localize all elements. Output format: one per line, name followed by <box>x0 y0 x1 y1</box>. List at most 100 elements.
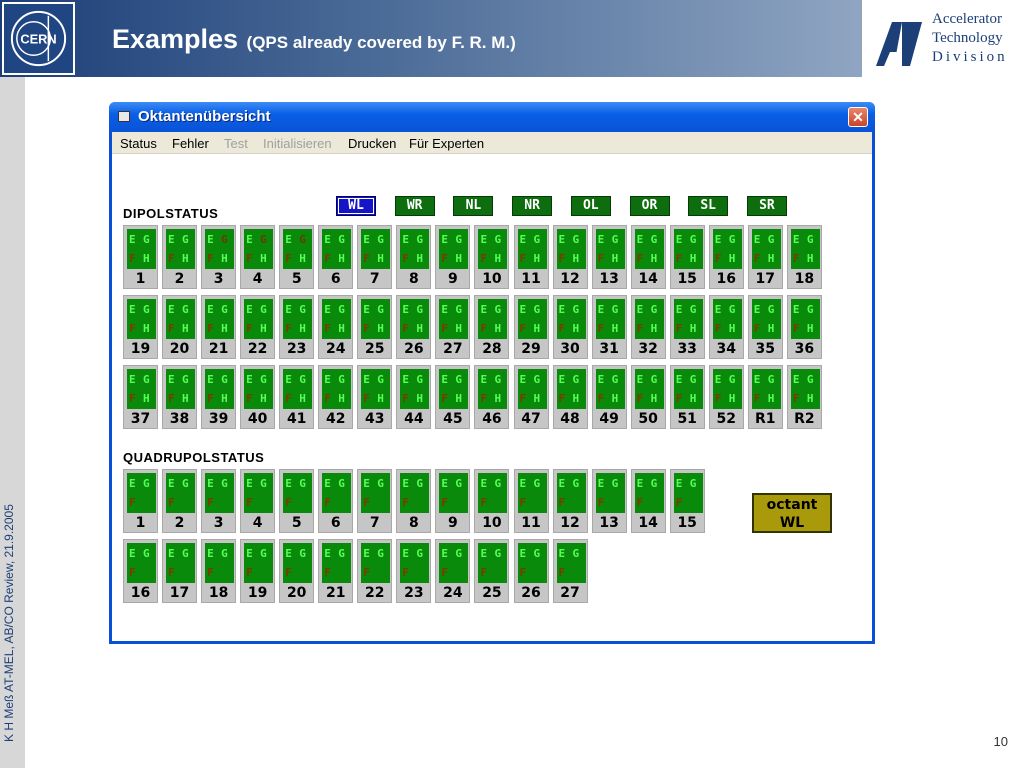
dipol-cell-24[interactable]: E G F H 24 <box>318 295 354 359</box>
dipol-cell-46[interactable]: E G F H 46 <box>474 365 510 429</box>
quadrupol-cell-7[interactable]: EGF 7 <box>357 469 393 533</box>
quadrupol-cell-19[interactable]: E G F 19 <box>240 539 276 603</box>
quadrupol-cell-6[interactable]: EGF 6 <box>318 469 354 533</box>
dipol-cell-3[interactable]: EGFH 3 <box>201 225 237 289</box>
dipol-cell-25[interactable]: E G F H 25 <box>357 295 393 359</box>
quadrupol-cell-16[interactable]: E G F 16 <box>123 539 158 603</box>
cell-number: 6 <box>330 515 341 531</box>
menu-drucken[interactable]: Drucken <box>348 136 396 151</box>
quadrupol-cell-3[interactable]: EGF 3 <box>201 469 237 533</box>
dipol-cell-5[interactable]: EGFH 5 <box>279 225 315 289</box>
quadrupol-cell-27[interactable]: E G F 27 <box>552 539 588 603</box>
quadrupol-cell-23[interactable]: E G F 23 <box>396 539 432 603</box>
dipol-cell-8[interactable]: EGFH 8 <box>396 225 432 289</box>
menu-für-experten[interactable]: Für Experten <box>409 136 484 151</box>
quadrupol-cell-9[interactable]: EGF 9 <box>435 469 471 533</box>
dipol-cell-r1[interactable]: E G F H R1 <box>747 365 783 429</box>
dipol-cell-1[interactable]: EGFH 1 <box>123 225 158 289</box>
octant-button-sr[interactable]: SR <box>746 196 787 216</box>
dipol-cell-43[interactable]: E G F H 43 <box>357 365 393 429</box>
dipol-cell-9[interactable]: EGFH 9 <box>435 225 471 289</box>
dipol-cell-18[interactable]: E G F H 18 <box>786 225 822 289</box>
dipol-cell-28[interactable]: E G F H 28 <box>474 295 510 359</box>
quadrupol-cell-15[interactable]: E G F 15 <box>669 469 705 533</box>
menu-fehler[interactable]: Fehler <box>172 136 209 151</box>
close-button[interactable]: ✕ <box>848 107 868 127</box>
octant-button-ol[interactable]: OL <box>570 196 611 216</box>
octant-button-wl[interactable]: WL <box>336 196 376 216</box>
dipol-cell-21[interactable]: E G F H 21 <box>201 295 237 359</box>
window-titlebar[interactable]: Oktantenübersicht ✕ <box>109 102 875 132</box>
menu-status[interactable]: Status <box>120 136 157 151</box>
quadrupol-cell-8[interactable]: EGF 8 <box>396 469 432 533</box>
octant-button-nl[interactable]: NL <box>453 196 494 216</box>
dipol-cell-38[interactable]: E G F H 38 <box>162 365 198 429</box>
dipol-cell-22[interactable]: E G F H 22 <box>240 295 276 359</box>
dipol-cell-31[interactable]: E G F H 31 <box>591 295 627 359</box>
dipol-cell-39[interactable]: E G F H 39 <box>201 365 237 429</box>
dipol-cell-35[interactable]: E G F H 35 <box>747 295 783 359</box>
dipol-cell-4[interactable]: EGFH 4 <box>240 225 276 289</box>
quadrupol-cell-12[interactable]: E G F 12 <box>552 469 588 533</box>
octant-button-wr[interactable]: WR <box>394 196 435 216</box>
dipol-cell-49[interactable]: E G F H 49 <box>591 365 627 429</box>
dipol-cell-33[interactable]: E G F H 33 <box>669 295 705 359</box>
quadrupol-cell-24[interactable]: E G F 24 <box>435 539 471 603</box>
quadrupol-cell-18[interactable]: E G F 18 <box>201 539 237 603</box>
dipol-cell-7[interactable]: EGFH 7 <box>357 225 393 289</box>
quadrupol-cell-2[interactable]: EGF 2 <box>162 469 198 533</box>
quadrupol-cell-20[interactable]: E G F 20 <box>279 539 315 603</box>
quadrupol-cell-26[interactable]: E G F 26 <box>513 539 549 603</box>
status-letter-f: F <box>324 252 331 265</box>
dipol-cell-2[interactable]: EGFH 2 <box>162 225 198 289</box>
octant-button-sl[interactable]: SL <box>688 196 729 216</box>
dipol-cell-12[interactable]: E G F H 12 <box>552 225 588 289</box>
dipol-cell-36[interactable]: E G F H 36 <box>786 295 822 359</box>
dipol-cell-15[interactable]: E G F H 15 <box>669 225 705 289</box>
quadrupol-cell-10[interactable]: E G F 10 <box>474 469 510 533</box>
dipol-cell-52[interactable]: E G F H 52 <box>708 365 744 429</box>
octant-button-or[interactable]: OR <box>629 196 670 216</box>
dipol-cell-44[interactable]: E G F H 44 <box>396 365 432 429</box>
dipol-cell-r2[interactable]: E G F H R2 <box>786 365 822 429</box>
dipol-cell-34[interactable]: E G F H 34 <box>708 295 744 359</box>
dipol-cell-10[interactable]: E G F H 10 <box>474 225 510 289</box>
dipol-cell-16[interactable]: E G F H 16 <box>708 225 744 289</box>
quadrupol-cell-21[interactable]: E G F 21 <box>318 539 354 603</box>
status-letter-f: F <box>246 392 253 405</box>
quadrupol-cell-13[interactable]: E G F 13 <box>591 469 627 533</box>
status-panel: EGFH <box>712 369 742 409</box>
dipol-cell-27[interactable]: E G F H 27 <box>435 295 471 359</box>
dipol-cell-19[interactable]: E G F H 19 <box>123 295 158 359</box>
dipol-cell-48[interactable]: E G F H 48 <box>552 365 588 429</box>
dipol-cell-32[interactable]: E G F H 32 <box>630 295 666 359</box>
quadrupol-cell-4[interactable]: EGF 4 <box>240 469 276 533</box>
dipol-cell-40[interactable]: E G F H 40 <box>240 365 276 429</box>
dipol-cell-42[interactable]: E G F H 42 <box>318 365 354 429</box>
dipol-cell-29[interactable]: E G F H 29 <box>513 295 549 359</box>
dipol-cell-14[interactable]: E G F H 14 <box>630 225 666 289</box>
dipol-cell-26[interactable]: E G F H 26 <box>396 295 432 359</box>
quadrupol-cell-17[interactable]: E G F 17 <box>162 539 198 603</box>
dipol-cell-50[interactable]: E G F H 50 <box>630 365 666 429</box>
dipol-cell-6[interactable]: EGFH 6 <box>318 225 354 289</box>
quadrupol-cell-1[interactable]: EGF 1 <box>123 469 158 533</box>
dipol-cell-11[interactable]: E G F H 11 <box>513 225 549 289</box>
dipol-cell-17[interactable]: E G F H 17 <box>747 225 783 289</box>
status-letter-g: G <box>416 303 423 316</box>
dipol-cell-23[interactable]: E G F H 23 <box>279 295 315 359</box>
dipol-cell-47[interactable]: E G F H 47 <box>513 365 549 429</box>
quadrupol-cell-14[interactable]: E G F 14 <box>630 469 666 533</box>
dipol-cell-51[interactable]: E G F H 51 <box>669 365 705 429</box>
dipol-cell-20[interactable]: E G F H 20 <box>162 295 198 359</box>
quadrupol-cell-11[interactable]: E G F 11 <box>513 469 549 533</box>
dipol-cell-41[interactable]: E G F H 41 <box>279 365 315 429</box>
octant-button-nr[interactable]: NR <box>512 196 553 216</box>
quadrupol-cell-22[interactable]: E G F 22 <box>357 539 393 603</box>
dipol-cell-37[interactable]: E G F H 37 <box>123 365 158 429</box>
dipol-cell-45[interactable]: E G F H 45 <box>435 365 471 429</box>
dipol-cell-13[interactable]: E G F H 13 <box>591 225 627 289</box>
quadrupol-cell-5[interactable]: EGF 5 <box>279 469 315 533</box>
quadrupol-cell-25[interactable]: E G F 25 <box>474 539 510 603</box>
dipol-cell-30[interactable]: E G F H 30 <box>552 295 588 359</box>
